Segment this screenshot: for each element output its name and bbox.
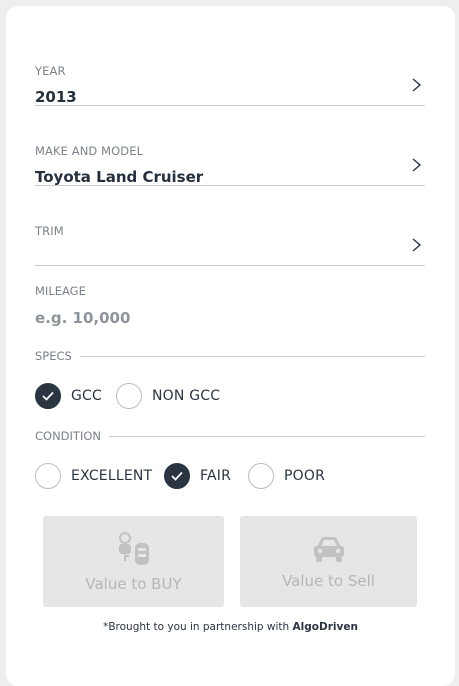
- make-model-selector[interactable]: MAKE AND MODEL Toyota Land Cruiser: [35, 106, 425, 186]
- chevron-right-icon: [412, 78, 422, 92]
- condition-option-label: EXCELLENT: [71, 468, 153, 484]
- partnership-note: *Brought to you in partnership with Algo…: [6, 621, 455, 633]
- mileage-input[interactable]: e.g. 10,000: [35, 309, 335, 327]
- car-icon: [313, 536, 344, 562]
- vehicle-valuation-card: YEAR 2013 MAKE AND MODEL Toyota Land Cru…: [6, 6, 455, 686]
- radio-empty-icon: [248, 463, 274, 489]
- value-to-sell-button[interactable]: Value to Sell: [240, 516, 417, 607]
- value-to-buy-button[interactable]: Value to BUY: [43, 516, 224, 607]
- check-icon: [164, 463, 190, 489]
- car-keys-icon: [118, 531, 149, 565]
- condition-heading-label: CONDITION: [35, 429, 110, 443]
- specs-option-label: NON GCC: [152, 388, 221, 404]
- chevron-right-icon: [412, 158, 422, 172]
- radio-empty-icon: [116, 383, 142, 409]
- trim-selector[interactable]: TRIM: [35, 186, 425, 266]
- make-model-value: Toyota Land Cruiser: [35, 168, 204, 186]
- partner-brand: AlgoDriven: [292, 621, 358, 633]
- trim-label: TRIM: [35, 224, 64, 238]
- year-value: 2013: [35, 88, 77, 106]
- condition-option-poor[interactable]: POOR: [248, 462, 325, 490]
- mileage-field: MILEAGE e.g. 10,000: [35, 266, 425, 336]
- radio-empty-icon: [35, 463, 61, 489]
- value-to-buy-label: Value to BUY: [85, 574, 182, 593]
- make-model-label: MAKE AND MODEL: [35, 144, 144, 158]
- specs-heading: SPECS: [35, 349, 425, 363]
- divider: [35, 356, 425, 357]
- specs-option-label: GCC: [71, 388, 102, 404]
- year-label: YEAR: [35, 64, 66, 78]
- condition-option-fair[interactable]: FAIR: [164, 462, 231, 490]
- specs-option-non-gcc[interactable]: NON GCC: [116, 382, 220, 410]
- value-to-sell-label: Value to Sell: [282, 571, 375, 590]
- partnership-prefix: *Brought to you in partnership with: [103, 621, 290, 633]
- year-selector[interactable]: YEAR 2013: [35, 26, 425, 106]
- mileage-label: MILEAGE: [35, 284, 86, 298]
- condition-option-excellent[interactable]: EXCELLENT: [35, 462, 152, 490]
- specs-option-gcc[interactable]: GCC: [35, 382, 102, 410]
- chevron-right-icon: [412, 238, 422, 252]
- condition-option-label: FAIR: [200, 468, 232, 484]
- condition-option-label: POOR: [284, 468, 326, 484]
- check-icon: [35, 383, 61, 409]
- condition-heading: CONDITION: [35, 429, 425, 443]
- specs-heading-label: SPECS: [35, 349, 80, 363]
